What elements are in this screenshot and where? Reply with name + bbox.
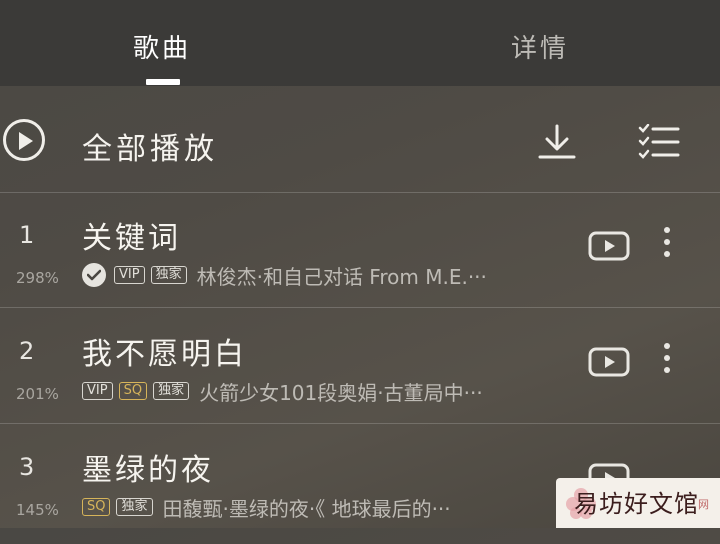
watermark: 易坊好文馆 网 bbox=[556, 478, 720, 528]
top-tab-bar: 歌曲 详情 bbox=[0, 0, 720, 86]
song-meta: VIP SQ 独家 火箭少女101段奥娟·古董局中··· bbox=[82, 378, 483, 405]
song-rank: 2 bbox=[19, 337, 35, 365]
song-row[interactable]: 1 关键词 298% VIP 独家 林俊杰·和自己对话 From M.E.··· bbox=[0, 197, 720, 312]
song-title: 墨绿的夜 bbox=[82, 453, 214, 488]
watermark-text: 易坊好文馆 bbox=[574, 490, 699, 518]
more-options-icon[interactable] bbox=[664, 343, 672, 379]
divider bbox=[0, 192, 720, 193]
song-artist-album: 田馥甄·墨绿的夜·《 地球最后的··· bbox=[162, 496, 451, 521]
tab-details[interactable]: 详情 bbox=[511, 28, 569, 65]
exclusive-tag: 独家 bbox=[150, 266, 187, 284]
mv-play-icon[interactable] bbox=[588, 347, 630, 377]
song-artist-album: 林俊杰·和自己对话 From M.E.··· bbox=[196, 264, 487, 289]
multi-select-list-icon[interactable] bbox=[638, 124, 680, 160]
song-artist-album: 火箭少女101段奥娟·古董局中··· bbox=[199, 380, 483, 405]
play-all-icon[interactable] bbox=[3, 119, 45, 161]
song-title: 关键词 bbox=[82, 221, 181, 256]
exclusive-tag: 独家 bbox=[116, 498, 153, 516]
song-percent: 201% bbox=[16, 385, 59, 403]
song-rank: 3 bbox=[19, 453, 35, 481]
song-percent: 298% bbox=[16, 269, 59, 287]
play-all-bar: 全部播放 bbox=[0, 92, 720, 192]
vip-tag: VIP bbox=[114, 266, 145, 284]
song-meta: SQ 独家 田馥甄·墨绿的夜·《 地球最后的··· bbox=[82, 494, 451, 521]
song-row[interactable]: 2 我不愿明白 201% VIP SQ 独家 火箭少女101段奥娟·古董局中··… bbox=[0, 313, 720, 428]
sq-tag: SQ bbox=[118, 382, 148, 400]
watermark-small-text: 网 bbox=[698, 498, 709, 511]
sq-tag: SQ bbox=[82, 498, 111, 516]
play-all-button[interactable]: 全部播放 bbox=[82, 124, 218, 168]
divider bbox=[0, 307, 720, 308]
song-meta: VIP 独家 林俊杰·和自己对话 From M.E.··· bbox=[82, 262, 487, 289]
tab-songs[interactable]: 歌曲 bbox=[133, 28, 191, 65]
more-options-icon[interactable] bbox=[664, 227, 672, 263]
download-icon[interactable] bbox=[536, 122, 578, 162]
exclusive-tag: 独家 bbox=[153, 382, 190, 400]
song-title: 我不愿明白 bbox=[82, 337, 247, 372]
mv-play-icon[interactable] bbox=[588, 231, 630, 261]
vip-tag: VIP bbox=[82, 382, 113, 400]
divider bbox=[0, 423, 720, 424]
verified-check-icon bbox=[82, 263, 106, 287]
song-rank: 1 bbox=[19, 221, 35, 249]
active-tab-indicator bbox=[146, 79, 180, 85]
song-percent: 145% bbox=[16, 501, 59, 519]
